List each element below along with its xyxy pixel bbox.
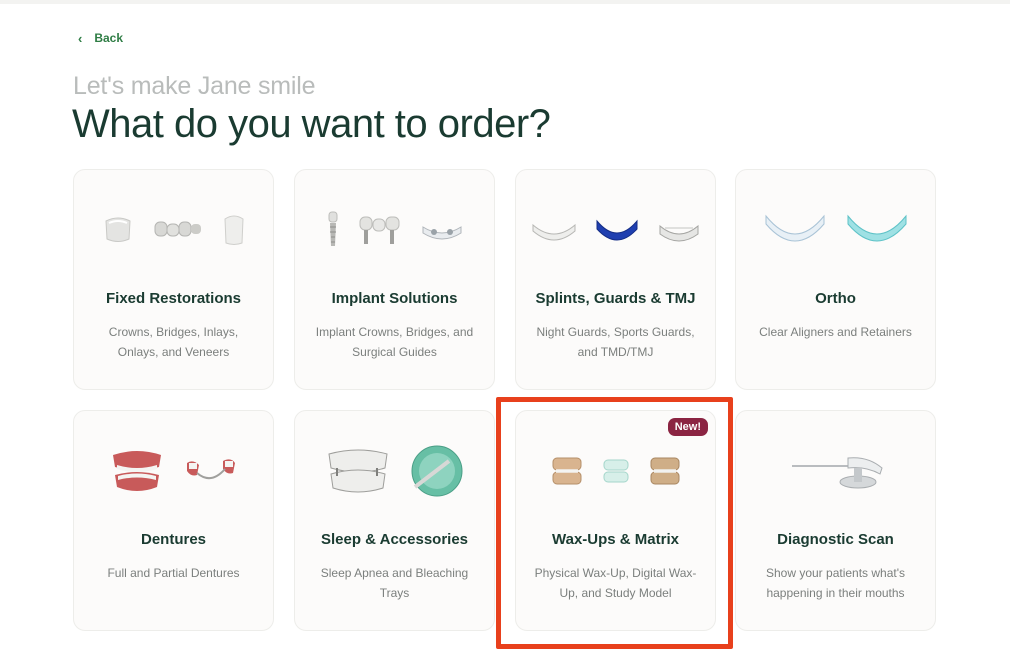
card-title: Splints, Guards & TMJ xyxy=(535,290,696,307)
back-label: Back xyxy=(94,31,124,45)
card-dentures[interactable]: Dentures Full and Partial Dentures xyxy=(73,410,274,631)
digital-wax-up-icon xyxy=(603,459,628,483)
card-description: Crowns, Bridges, Inlays, Onlays, and Ven… xyxy=(108,325,239,359)
tmj-appliance-icon xyxy=(659,224,698,242)
denture-icon xyxy=(112,451,161,491)
intraoral-scanner-icon xyxy=(791,457,883,489)
product-images xyxy=(516,200,715,260)
card-description: Night Guards, Sports Guards, and TMD/TMJ xyxy=(536,325,695,359)
implant-bridge-icon xyxy=(359,216,399,244)
card-description: Implant Crowns, Bridges, and Surgical Gu… xyxy=(315,325,474,359)
aligner-icon xyxy=(765,214,824,242)
card-splints-guards-tmj[interactable]: Splints, Guards & TMJ Night Guards, Spor… xyxy=(515,169,716,390)
page-title: What do you want to order? xyxy=(72,102,551,146)
bleaching-tray-icon xyxy=(411,445,462,497)
card-sleep-accessories[interactable]: Sleep & Accessories Sleep Apnea and Blea… xyxy=(294,410,495,631)
card-implant-solutions[interactable]: Implant Solutions Implant Crowns, Bridge… xyxy=(294,169,495,390)
card-title: Implant Solutions xyxy=(331,290,458,307)
page-subtitle: Let's make Jane smile xyxy=(73,72,316,100)
wax-up-model-icon xyxy=(552,457,581,485)
card-title: Dentures xyxy=(140,531,207,548)
partial-denture-icon xyxy=(186,459,235,480)
card-description: Sleep Apnea and Bleaching Trays xyxy=(320,566,469,600)
new-badge: New! xyxy=(667,418,708,436)
product-images xyxy=(516,441,715,501)
card-ortho[interactable]: Ortho Clear Aligners and Retainers xyxy=(735,169,936,390)
card-title: Ortho xyxy=(815,290,856,307)
product-images xyxy=(736,441,935,501)
card-description: Show your patients what's happening in t… xyxy=(765,566,906,600)
bridge-icon xyxy=(154,221,201,237)
product-images xyxy=(295,441,494,501)
card-title: Fixed Restorations xyxy=(105,290,242,307)
product-images xyxy=(74,441,273,501)
study-model-icon xyxy=(650,457,679,485)
splint-icon xyxy=(532,223,575,241)
implant-icon xyxy=(328,211,337,246)
card-description: Clear Aligners and Retainers xyxy=(759,325,912,339)
retainer-icon xyxy=(847,214,906,242)
back-link[interactable]: ‹ Back xyxy=(78,31,123,45)
top-bar xyxy=(0,0,1010,4)
card-wax-ups-matrix[interactable]: New! Wax-Ups & Matrix Physical Wax-Up, D… xyxy=(515,410,716,631)
back-chevron-icon: ‹ xyxy=(78,30,83,46)
card-title: Wax-Ups & Matrix xyxy=(552,531,679,548)
product-images xyxy=(295,200,494,260)
night-guard-icon xyxy=(596,219,637,241)
card-diagnostic-scan[interactable]: Diagnostic Scan Show your patients what'… xyxy=(735,410,936,631)
card-title: Sleep & Accessories xyxy=(320,531,469,548)
card-description: Physical Wax-Up, Digital Wax-Up, and Stu… xyxy=(534,566,697,600)
product-images xyxy=(74,200,273,260)
crown-icon xyxy=(104,217,131,242)
veneer-icon xyxy=(223,215,244,245)
sleep-apnea-device-icon xyxy=(327,449,388,493)
surgical-guide-icon xyxy=(422,226,461,240)
product-images xyxy=(736,200,935,260)
card-title: Diagnostic Scan xyxy=(777,531,894,548)
card-fixed-restorations[interactable]: Fixed Restorations Crowns, Bridges, Inla… xyxy=(73,169,274,390)
card-description: Full and Partial Dentures xyxy=(107,566,240,580)
